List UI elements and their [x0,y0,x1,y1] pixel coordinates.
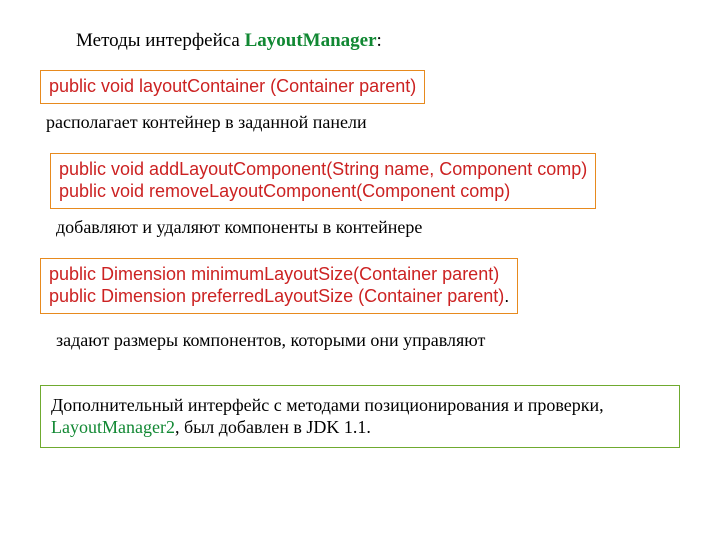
desc-1: располагает контейнер в заданной панели [46,112,680,133]
note-box: Дополнительный интерфейс с методами пози… [40,385,680,448]
slide: Методы интерфейса LayoutManager: public … [0,0,720,484]
heading-prefix: Методы интерфейса [76,30,245,51]
method-box-1: public void layoutContainer (Container p… [40,70,425,104]
method-signature: public Dimension preferredLayoutSize (Co… [49,285,509,308]
method-signature: public void addLayoutComponent(String na… [59,158,587,181]
method-signature: public void layoutContainer (Container p… [49,75,416,98]
desc-3: задают размеры компонентов, которыми они… [56,330,680,351]
heading-suffix: : [377,30,382,51]
method-signature: public void removeLayoutComponent(Compon… [59,180,587,203]
method-box-3: public Dimension minimumLayoutSize(Conta… [40,258,518,314]
note-keyword: LayoutManager2 [51,417,175,437]
desc-2: добавляют и удаляют компоненты в контейн… [56,217,680,238]
method-signature: public Dimension minimumLayoutSize(Conta… [49,263,509,286]
note-text-before: Дополнительный интерфейс с методами пози… [51,395,604,415]
trailing-dot: . [504,286,509,306]
note-text-after: , был добавлен в JDK 1.1. [175,417,371,437]
heading: Методы интерфейса LayoutManager: [76,30,680,52]
heading-keyword: LayoutManager [245,30,377,51]
method-box-2: public void addLayoutComponent(String na… [50,153,596,209]
